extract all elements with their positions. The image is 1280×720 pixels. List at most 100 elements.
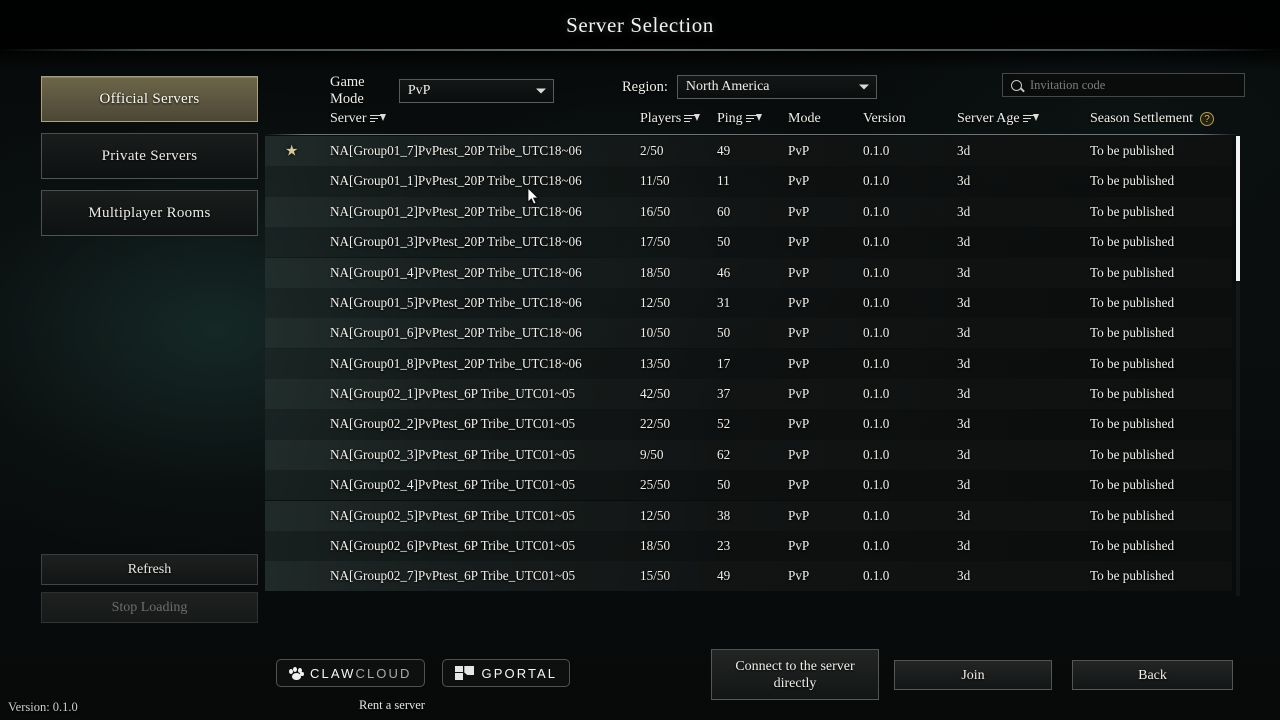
server-list-viewport: ★ NA[Group01_7]PvPtest_20P Tribe_UTC18~06… — [265, 136, 1240, 596]
sidebar-nav: Official Servers Private Servers Multiplay… — [41, 76, 258, 247]
sidebar-item-label: Official Servers — [99, 90, 200, 107]
cell-mode: PvP — [788, 355, 810, 371]
cell-age: 3d — [957, 446, 971, 462]
table-row[interactable]: NA[Group01_3]PvPtest_20P Tribe_UTC18~06 1… — [265, 227, 1232, 258]
cell-age: 3d — [957, 568, 971, 584]
gportal-mark-icon — [454, 666, 475, 680]
cell-ping: 17 — [717, 355, 731, 371]
cell-ping: 49 — [717, 143, 731, 159]
cell-ping: 50 — [717, 477, 731, 493]
region-select[interactable]: North America — [676, 75, 877, 99]
cell-season: To be published — [1090, 325, 1175, 341]
cell-name: NA[Group01_1]PvPtest_20P Tribe_UTC18~06 — [330, 173, 582, 189]
cell-age: 3d — [957, 355, 971, 371]
cell-age: 3d — [957, 173, 971, 189]
clawcloud-primary-text: CLAW — [310, 665, 356, 681]
cell-season: To be published — [1090, 173, 1175, 189]
cell-name: NA[Group02_2]PvPtest_6P Tribe_UTC01~05 — [330, 416, 576, 432]
sidebar-item-official-servers[interactable]: Official Servers — [41, 76, 258, 122]
table-row[interactable]: ★ NA[Group01_7]PvPtest_20P Tribe_UTC18~06… — [265, 136, 1232, 167]
table-row[interactable]: NA[Group01_5]PvPtest_20P Tribe_UTC18~06 1… — [265, 287, 1232, 319]
back-button[interactable]: Back — [1072, 660, 1233, 690]
favorite-star-icon[interactable]: ★ — [285, 142, 298, 161]
cell-name: NA[Group02_3]PvPtest_6P Tribe_UTC01~05 — [330, 446, 576, 462]
cell-players: 2/50 — [640, 143, 664, 159]
cell-age: 3d — [957, 477, 971, 493]
sidebar-item-private-servers[interactable]: Private Servers — [41, 133, 258, 179]
invitation-code-search[interactable] — [1002, 73, 1245, 97]
cell-players: 18/50 — [640, 264, 671, 280]
sidebar-action-buttons: Refresh Stop Loading — [41, 554, 258, 630]
cell-mode: PvP — [788, 294, 810, 310]
table-row[interactable]: NA[Group02_5]PvPtest_6P Tribe_UTC01~05 12… — [265, 500, 1232, 531]
refresh-button[interactable]: Refresh — [41, 554, 258, 585]
help-icon[interactable]: ? — [1200, 112, 1215, 126]
cell-name: NA[Group01_6]PvPtest_20P Tribe_UTC18~06 — [330, 325, 582, 341]
table-row[interactable]: NA[Group02_1]PvPtest_6P Tribe_UTC01~05 42… — [265, 379, 1232, 410]
cell-season: To be published — [1090, 234, 1175, 250]
column-header-age[interactable]: Server Age — [957, 111, 1039, 127]
stop-loading-button[interactable]: Stop Loading — [41, 592, 258, 623]
scrollbar-thumb[interactable] — [1236, 136, 1240, 281]
cell-name: NA[Group01_8]PvPtest_20P Tribe_UTC18~06 — [330, 355, 582, 371]
sponsor-logos: CLAWCLOUD GPORTAL — [276, 659, 571, 687]
server-table: Server Players Ping Mode Version Server Age Se… — [265, 108, 1245, 596]
gportal-logo-button[interactable]: GPORTAL — [441, 659, 571, 687]
join-button[interactable]: Join — [894, 660, 1052, 690]
cell-version: 0.1.0 — [863, 537, 890, 553]
gportal-text: GPORTAL — [481, 665, 558, 681]
table-row[interactable]: NA[Group01_8]PvPtest_20P Tribe_UTC18~06 1… — [265, 348, 1232, 379]
cell-players: 13/50 — [640, 355, 671, 371]
table-row[interactable]: NA[Group02_2]PvPtest_6P Tribe_UTC01~05 22… — [265, 409, 1232, 440]
page-title: Server Selection — [566, 12, 714, 37]
cell-players: 12/50 — [640, 294, 671, 310]
column-header-name[interactable]: Server — [330, 111, 386, 127]
clawcloud-logo-button[interactable]: CLAWCLOUD — [276, 659, 425, 687]
sort-icon[interactable] — [745, 113, 762, 125]
header-divider — [265, 134, 1240, 135]
cell-name: NA[Group01_7]PvPtest_20P Tribe_UTC18~06 — [330, 143, 582, 159]
scrollbar-track[interactable] — [1236, 136, 1240, 596]
sort-icon[interactable] — [684, 113, 701, 125]
sidebar-item-multiplayer-rooms[interactable]: Multiplayer Rooms — [41, 190, 258, 236]
cell-version: 0.1.0 — [863, 416, 890, 432]
cell-version: 0.1.0 — [863, 264, 890, 280]
table-row[interactable]: NA[Group02_6]PvPtest_6P Tribe_UTC01~05 18… — [265, 530, 1232, 562]
cell-mode: PvP — [788, 416, 810, 432]
cell-players: 16/50 — [640, 203, 671, 219]
sort-icon[interactable] — [1022, 113, 1039, 125]
cell-version: 0.1.0 — [863, 386, 890, 402]
region-label: Region: — [622, 78, 668, 95]
cell-players: 25/50 — [640, 477, 671, 493]
cell-players: 42/50 — [640, 386, 671, 402]
table-row[interactable]: NA[Group01_1]PvPtest_20P Tribe_UTC18~06 1… — [265, 166, 1232, 197]
cell-version: 0.1.0 — [863, 294, 890, 310]
cell-name: NA[Group01_2]PvPtest_20P Tribe_UTC18~06 — [330, 203, 582, 219]
table-row[interactable]: NA[Group02_4]PvPtest_6P Tribe_UTC01~05 25… — [265, 470, 1232, 501]
table-row[interactable]: NA[Group01_2]PvPtest_20P Tribe_UTC18~06 1… — [265, 196, 1232, 227]
cell-players: 10/50 — [640, 325, 671, 341]
connect-directly-button[interactable]: Connect to the server directly — [711, 649, 879, 700]
column-header-label: Ping — [717, 111, 743, 126]
table-row[interactable]: NA[Group02_3]PvPtest_6P Tribe_UTC01~05 9/… — [265, 439, 1232, 470]
column-header-label: Server Age — [957, 111, 1020, 126]
column-header-players[interactable]: Players — [640, 111, 701, 127]
cell-season: To be published — [1090, 507, 1175, 523]
game-mode-select[interactable]: PvP — [398, 79, 554, 103]
cell-name: NA[Group01_3]PvPtest_20P Tribe_UTC18~06 — [330, 234, 582, 250]
cell-season: To be published — [1090, 294, 1175, 310]
table-row[interactable]: NA[Group01_6]PvPtest_20P Tribe_UTC18~06 1… — [265, 318, 1232, 349]
column-header-ping[interactable]: Ping — [717, 111, 762, 127]
search-input[interactable] — [1030, 77, 1236, 93]
cell-players: 15/50 — [640, 568, 671, 584]
cell-season: To be published — [1090, 446, 1175, 462]
table-row[interactable]: NA[Group02_7]PvPtest_6P Tribe_UTC01~05 15… — [265, 561, 1232, 592]
cell-ping: 50 — [717, 325, 731, 341]
cell-ping: 11 — [717, 173, 730, 189]
cell-mode: PvP — [788, 143, 810, 159]
title-divider — [0, 49, 1280, 51]
table-row[interactable]: NA[Group01_4]PvPtest_20P Tribe_UTC18~06 1… — [265, 257, 1232, 288]
cell-mode: PvP — [788, 234, 810, 250]
sort-icon[interactable] — [369, 113, 386, 125]
cell-season: To be published — [1090, 537, 1175, 553]
